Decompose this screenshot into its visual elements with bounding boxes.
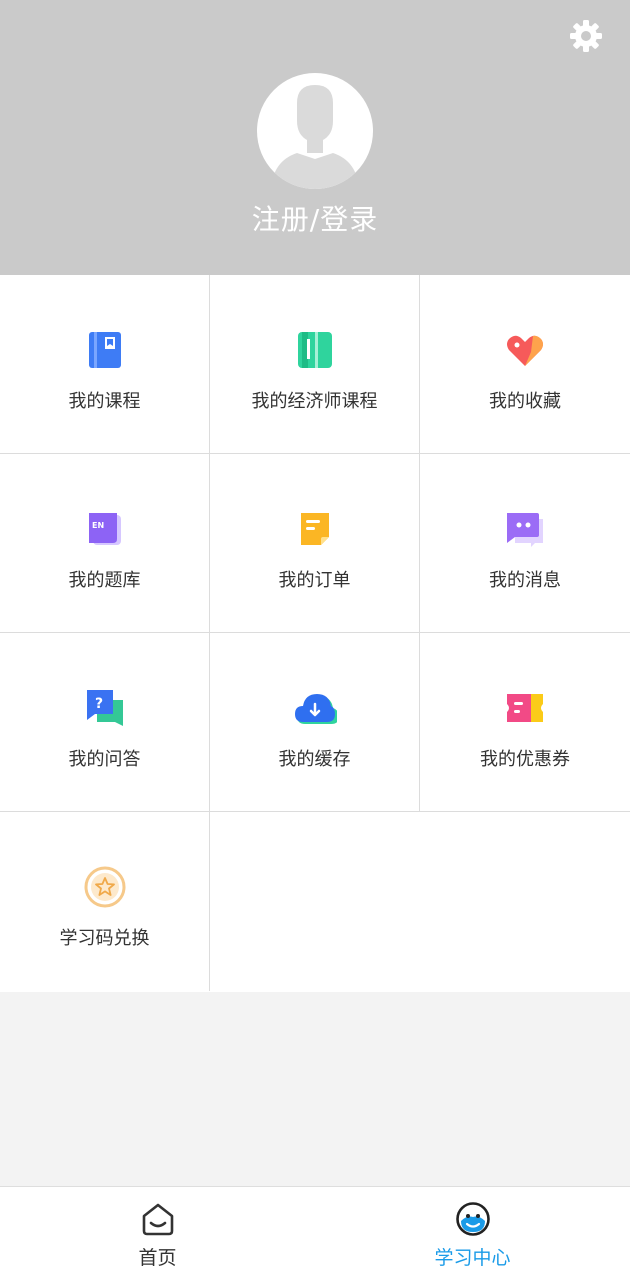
menu-item-favorites[interactable]: 我的收藏	[420, 275, 630, 454]
register-login-link[interactable]: 注册/登录	[0, 198, 630, 238]
star-badge-icon	[84, 866, 126, 908]
bottom-tab-bar: 首页 学习中心	[0, 1186, 630, 1280]
home-icon	[142, 1203, 174, 1236]
menu-item-question-bank[interactable]: EN 我的题库	[0, 454, 210, 633]
menu-item-label: 我的问答	[68, 749, 141, 770]
heart-icon	[507, 335, 543, 366]
svg-text:EN: EN	[92, 521, 104, 530]
tab-learning-center[interactable]: 学习中心	[315, 1187, 630, 1280]
menu-item-label: 我的经济师课程	[251, 391, 378, 412]
menu-item-label: 我的课程	[68, 391, 141, 412]
menu-item-my-courses[interactable]: 我的课程	[0, 275, 210, 454]
menu-grid: 我的课程 我的经济师课程 我的收藏 EN 我的题库 我的订单 我的消息 ? 我的…	[0, 275, 630, 992]
qa-icon: ?	[87, 690, 123, 726]
menu-item-label: 我的收藏	[489, 391, 561, 412]
gear-icon[interactable]	[568, 18, 604, 54]
coupon-icon	[507, 694, 543, 722]
message-icon	[507, 513, 543, 547]
menu-item-label: 我的题库	[68, 570, 141, 591]
avatar[interactable]	[257, 73, 373, 189]
menu-item-orders[interactable]: 我的订单	[210, 454, 420, 633]
menu-item-qa[interactable]: ? 我的问答	[0, 633, 210, 812]
menu-item-redeem-code[interactable]: 学习码兑换	[0, 812, 210, 991]
course-book-icon	[89, 332, 121, 368]
menu-item-label: 学习码兑换	[59, 928, 150, 949]
tab-home[interactable]: 首页	[0, 1187, 315, 1280]
menu-item-label: 我的优惠券	[480, 749, 570, 770]
menu-item-coupons[interactable]: 我的优惠券	[420, 633, 630, 812]
menu-item-label: 我的订单	[278, 570, 351, 591]
order-icon	[301, 513, 329, 545]
menu-item-label: 我的缓存	[278, 749, 351, 770]
menu-item-economist-courses[interactable]: 我的经济师课程	[210, 275, 420, 454]
menu-item-label: 我的消息	[489, 570, 561, 591]
profile-header: 注册/登录	[0, 0, 630, 275]
question-bank-icon: EN	[89, 513, 121, 545]
default-avatar-icon	[271, 85, 359, 189]
economist-book-icon	[298, 332, 332, 368]
cloud-download-icon	[295, 694, 337, 724]
learning-center-icon	[456, 1202, 490, 1236]
menu-item-cache[interactable]: 我的缓存	[210, 633, 420, 812]
tab-learning-center-label: 学习中心	[434, 1247, 511, 1269]
menu-item-messages[interactable]: 我的消息	[420, 454, 630, 633]
tab-home-label: 首页	[138, 1247, 177, 1269]
svg-text:?: ?	[95, 696, 103, 712]
